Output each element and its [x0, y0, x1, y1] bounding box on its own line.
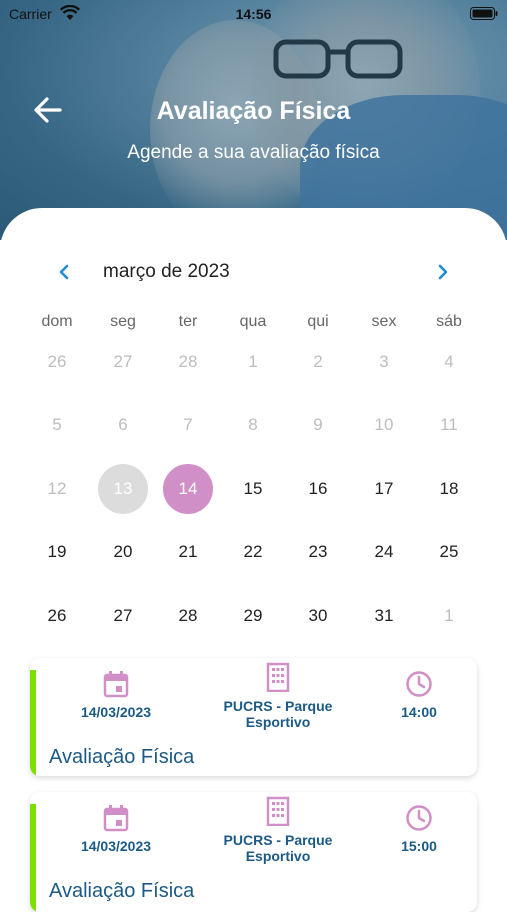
- calendar-day: 5: [52, 415, 62, 434]
- building-icon: [266, 662, 290, 692]
- clock-icon: [406, 671, 432, 697]
- appointment-card[interactable]: 14/03/2023 PUCRS - Parque Esportivo 15:0…: [30, 792, 477, 912]
- calendar-day[interactable]: 26: [32, 591, 82, 641]
- calendar-day: 11: [440, 415, 458, 434]
- weekday-header: sáb: [436, 313, 462, 330]
- calendar-day: 12: [47, 479, 67, 498]
- appointment-card[interactable]: 14/03/2023 PUCRS - Parque Esportivo 14:0…: [30, 658, 477, 776]
- weekday-header: seg: [110, 313, 136, 330]
- weekday-header: dom: [41, 313, 73, 330]
- calendar-month-label: março de 2023: [103, 261, 230, 282]
- battery-icon: [470, 7, 498, 20]
- calendar-day[interactable]: 17: [359, 464, 409, 514]
- appointment-title: Avaliação Física: [49, 746, 195, 768]
- calendar-day[interactable]: 20: [98, 527, 148, 577]
- calendar-day: 2: [313, 352, 323, 371]
- calendar-day: 4: [444, 352, 454, 371]
- calendar-day[interactable]: 23: [293, 527, 343, 577]
- appointment-time: 15:00: [386, 804, 452, 854]
- appointment-date: 14/03/2023: [66, 804, 166, 854]
- calendar-day: 27: [113, 352, 133, 371]
- calendar-day[interactable]: 30: [293, 591, 343, 641]
- calendar-day[interactable]: 27: [98, 591, 148, 641]
- weekday-header: sex: [371, 313, 397, 330]
- calendar-day: 10: [374, 415, 394, 434]
- weekday-header: qui: [307, 313, 329, 330]
- calendar-day[interactable]: 24: [359, 527, 409, 577]
- calendar-day[interactable]: 22: [228, 527, 278, 577]
- appointment-status-bar: [30, 670, 36, 776]
- page-title: Avaliação Física: [156, 97, 351, 125]
- calendar-day[interactable]: 28: [163, 591, 213, 641]
- calendar-day: 1: [444, 606, 454, 625]
- calendar-day: 8: [248, 415, 258, 434]
- calendar-icon: [103, 671, 129, 698]
- page-subtitle: Agende a sua avaliação física: [127, 142, 380, 163]
- status-bar: Carrier 14:56: [0, 0, 507, 28]
- calendar-day[interactable]: 18: [424, 464, 474, 514]
- calendar-icon: [103, 805, 129, 832]
- appointment-location: PUCRS - Parque Esportivo: [198, 796, 358, 864]
- appointment-location: PUCRS - Parque Esportivo: [198, 662, 358, 730]
- calendar-day[interactable]: 25: [424, 527, 474, 577]
- calendar-day[interactable]: 15: [228, 464, 278, 514]
- calendar-day-selected[interactable]: 14: [163, 464, 213, 514]
- calendar-day[interactable]: 29: [228, 591, 278, 641]
- building-icon: [266, 796, 290, 826]
- appointment-date: 14/03/2023: [66, 670, 166, 720]
- calendar-day: 1: [248, 352, 258, 371]
- calendar-day[interactable]: 19: [32, 527, 82, 577]
- weekday-header: qua: [239, 313, 267, 330]
- appointment-status-bar: [30, 804, 36, 912]
- status-time: 14:56: [235, 6, 272, 22]
- calendar-day: 3: [379, 352, 389, 371]
- calendar-day: 28: [178, 352, 198, 371]
- chevron-left-icon[interactable]: [56, 262, 72, 282]
- calendar-day[interactable]: 16: [293, 464, 343, 514]
- calendar-day: 9: [313, 415, 323, 434]
- weekday-header: ter: [178, 313, 198, 330]
- chevron-right-icon[interactable]: [435, 262, 451, 282]
- appointment-time: 14:00: [386, 670, 452, 720]
- calendar-day[interactable]: 31: [359, 591, 409, 641]
- calendar-day-today[interactable]: 13: [98, 464, 148, 514]
- calendar-day: 26: [47, 352, 67, 371]
- calendar-day[interactable]: 21: [163, 527, 213, 577]
- calendar-day: 7: [183, 415, 193, 434]
- clock-icon: [406, 805, 432, 831]
- calendar-day: 6: [118, 415, 128, 434]
